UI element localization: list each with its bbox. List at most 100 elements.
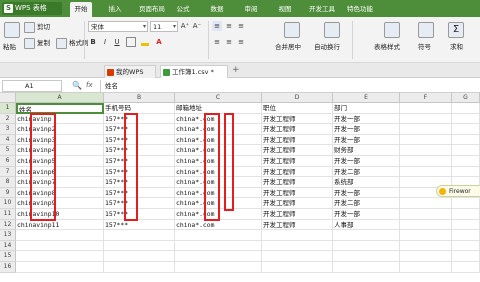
- table-cell[interactable]: [333, 251, 400, 262]
- table-cell[interactable]: [400, 166, 452, 178]
- row-header[interactable]: 16: [0, 262, 16, 273]
- copy-button[interactable]: 复制: [24, 37, 50, 49]
- table-cell[interactable]: 开发一部: [333, 134, 400, 146]
- column-header[interactable]: B: [104, 93, 175, 103]
- table-cell[interactable]: 开发工程师: [262, 166, 333, 178]
- font-color-button[interactable]: A: [154, 37, 164, 47]
- table-cell[interactable]: [452, 156, 480, 167]
- table-cell[interactable]: [262, 251, 333, 262]
- table-style-button[interactable]: 表格样式: [374, 41, 400, 51]
- table-cell[interactable]: 157***: [104, 209, 175, 220]
- table-cell[interactable]: [16, 262, 104, 273]
- row-header[interactable]: 12: [0, 219, 16, 231]
- table-cell[interactable]: 开发工程师: [262, 177, 333, 188]
- table-cell[interactable]: [452, 262, 480, 273]
- tab-menu-8[interactable]: 特色功能: [342, 2, 378, 17]
- table-cell[interactable]: 部门: [333, 103, 400, 114]
- fill-color-icon[interactable]: [140, 37, 150, 47]
- table-cell[interactable]: 157***: [104, 156, 175, 167]
- table-cell[interactable]: [175, 240, 262, 252]
- table-cell[interactable]: [175, 262, 262, 273]
- table-cell[interactable]: [262, 230, 333, 241]
- zoom-icon[interactable]: 🔍: [72, 81, 82, 90]
- align-top-icon[interactable]: ≡: [212, 21, 222, 31]
- table-cell[interactable]: 157***: [104, 124, 175, 135]
- fx-icon[interactable]: fx: [86, 81, 93, 89]
- cut-button[interactable]: 剪切: [24, 21, 50, 33]
- table-cell[interactable]: [175, 230, 262, 241]
- table-cell[interactable]: [333, 230, 400, 241]
- underline-button[interactable]: U: [112, 37, 122, 47]
- table-cell[interactable]: 开发一部: [333, 209, 400, 220]
- table-cell[interactable]: [452, 166, 480, 178]
- sum-icon[interactable]: Σ: [448, 22, 464, 38]
- table-cell[interactable]: 人事部: [333, 219, 400, 231]
- table-style-icon[interactable]: [384, 22, 400, 38]
- table-cell[interactable]: 开发工程师: [262, 209, 333, 220]
- row-header[interactable]: 8: [0, 177, 16, 188]
- table-cell[interactable]: [333, 262, 400, 273]
- table-cell[interactable]: chinavinp11: [16, 219, 104, 231]
- tab-my-wps[interactable]: 我的WPS: [104, 65, 156, 78]
- column-header[interactable]: F: [400, 93, 452, 103]
- formula-input[interactable]: 姓名: [100, 80, 478, 92]
- table-cell[interactable]: 开发工程师: [262, 219, 333, 231]
- table-cell[interactable]: [400, 230, 452, 241]
- table-cell[interactable]: 开发工程师: [262, 113, 333, 125]
- paste-icon[interactable]: [4, 22, 20, 38]
- table-cell[interactable]: 邮箱地址: [175, 103, 262, 114]
- table-cell[interactable]: [333, 240, 400, 252]
- table-cell[interactable]: [452, 240, 480, 252]
- table-cell[interactable]: [452, 230, 480, 241]
- table-cell[interactable]: 职位: [262, 103, 333, 114]
- table-cell[interactable]: 开发工程师: [262, 198, 333, 209]
- table-cell[interactable]: 157***: [104, 219, 175, 231]
- row-header[interactable]: 2: [0, 113, 16, 125]
- table-cell[interactable]: 开发工程师: [262, 134, 333, 146]
- table-cell[interactable]: [400, 219, 452, 231]
- table-cell[interactable]: [262, 240, 333, 252]
- table-cell[interactable]: [452, 198, 480, 209]
- tab-menu-5[interactable]: 审阅: [240, 2, 262, 17]
- align-bottom-icon[interactable]: ≡: [236, 21, 246, 31]
- font-name-select[interactable]: 宋体 ▾: [88, 21, 148, 32]
- auto-wrap-button[interactable]: 自动换行: [314, 41, 340, 51]
- tab-menu-2[interactable]: 页面布局: [136, 2, 168, 17]
- table-cell[interactable]: 开发工程师: [262, 156, 333, 167]
- table-cell[interactable]: [452, 134, 480, 146]
- table-cell[interactable]: 157***: [104, 134, 175, 146]
- table-cell[interactable]: 开发二部: [333, 198, 400, 209]
- italic-button[interactable]: I: [100, 37, 110, 47]
- table-cell[interactable]: [175, 251, 262, 262]
- table-cell[interactable]: [400, 262, 452, 273]
- table-cell[interactable]: [400, 251, 452, 262]
- table-cell[interactable]: [452, 145, 480, 156]
- wps-logo-button[interactable]: S WPS 表格: [2, 2, 62, 15]
- table-cell[interactable]: 开发二部: [333, 166, 400, 178]
- border-icon[interactable]: [126, 37, 136, 47]
- row-header[interactable]: 7: [0, 166, 16, 178]
- table-cell[interactable]: [104, 251, 175, 262]
- table-cell[interactable]: [104, 240, 175, 252]
- table-cell[interactable]: [452, 113, 480, 125]
- align-left-icon[interactable]: ≡: [212, 37, 222, 47]
- table-cell[interactable]: [452, 219, 480, 231]
- bold-button[interactable]: B: [88, 37, 98, 47]
- table-cell[interactable]: 开发工程师: [262, 145, 333, 156]
- sum-button[interactable]: 求和: [450, 41, 463, 51]
- table-cell[interactable]: [452, 209, 480, 220]
- grow-font-button[interactable]: A⁺: [180, 21, 190, 31]
- align-middle-icon[interactable]: ≡: [224, 21, 234, 31]
- symbol-icon[interactable]: [418, 22, 434, 38]
- tab-menu-1[interactable]: 插入: [104, 2, 126, 17]
- wrap-text-icon[interactable]: [324, 22, 340, 38]
- table-cell[interactable]: [104, 262, 175, 273]
- table-cell[interactable]: 姓名: [16, 103, 104, 114]
- table-cell[interactable]: 开发一部: [333, 187, 400, 199]
- align-right-icon[interactable]: ≡: [236, 37, 246, 47]
- row-header[interactable]: 13: [0, 230, 16, 241]
- table-cell[interactable]: [400, 113, 452, 125]
- table-cell[interactable]: 开发工程师: [262, 187, 333, 199]
- row-header[interactable]: 3: [0, 124, 16, 135]
- tab-workbook[interactable]: 工作簿1.csv *: [160, 65, 228, 78]
